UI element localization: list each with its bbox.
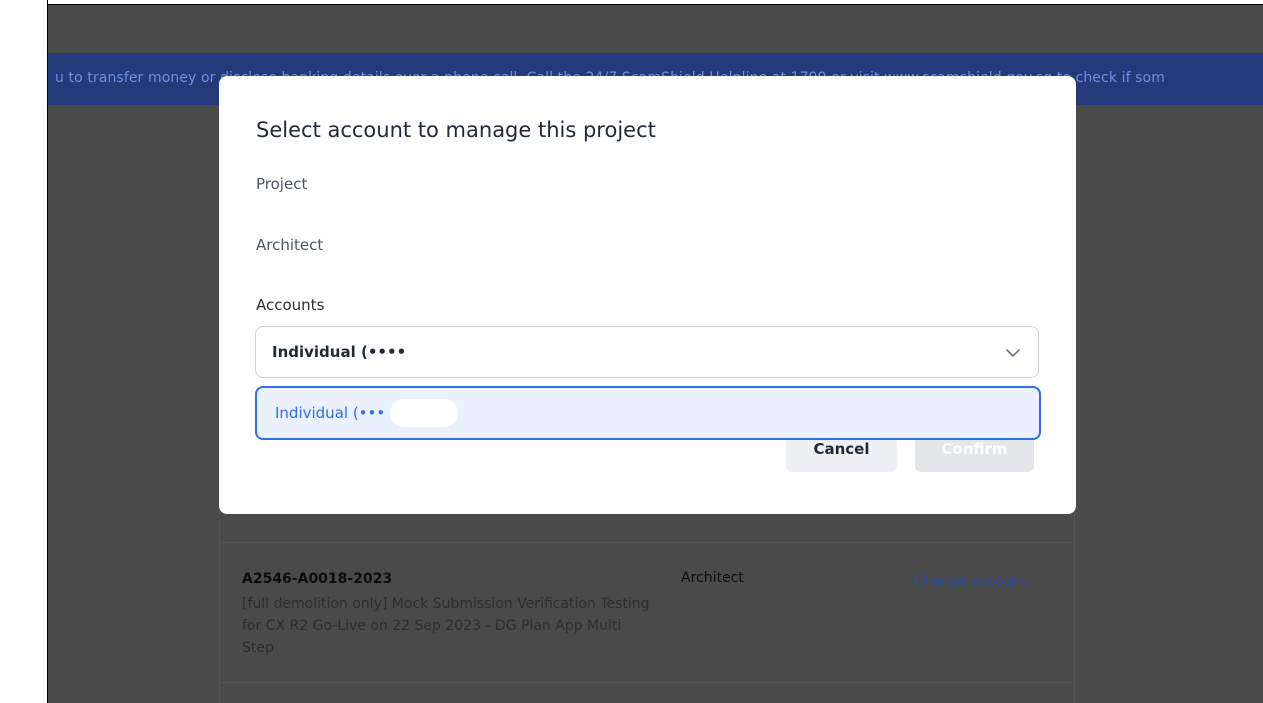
- account-option-individual[interactable]: Individual (•••: [255, 386, 1041, 440]
- project-description: [full demolition only] Mock Submission V…: [242, 596, 650, 656]
- redacted-area: [390, 399, 458, 427]
- dialog-title: Select account to manage this project: [256, 118, 656, 142]
- select-account-dialog: Select account to manage this project Pr…: [219, 76, 1076, 514]
- architect-field-label: Architect: [256, 236, 324, 254]
- window-left-border: [0, 0, 48, 703]
- card-border-right: [1074, 480, 1075, 703]
- row-divider: [219, 542, 1075, 543]
- change-account-link[interactable]: Change account: [913, 573, 1027, 589]
- project-id: A2546-A0018-2023: [242, 571, 393, 587]
- accounts-field-label: Accounts: [256, 296, 325, 314]
- account-option-label: Individual (•••: [275, 404, 386, 422]
- project-role: Architect: [681, 570, 744, 586]
- chevron-down-icon: [1006, 349, 1020, 357]
- selected-account-value: Individual (••••: [272, 343, 407, 361]
- project-field-label: Project: [256, 175, 308, 193]
- row-divider: [219, 682, 1075, 683]
- card-border-left: [219, 480, 220, 703]
- accounts-select[interactable]: Individual (••••: [255, 326, 1039, 378]
